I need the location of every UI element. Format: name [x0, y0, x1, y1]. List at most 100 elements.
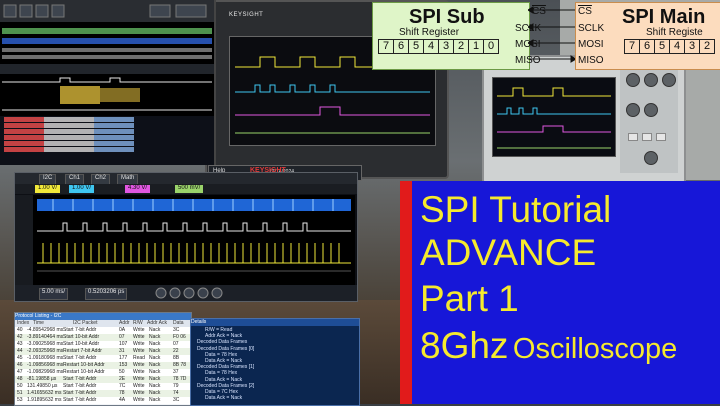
- table-cell: 8B 78: [173, 362, 187, 368]
- col-data: Data: [173, 320, 184, 326]
- details-panel: Details R/W = Read Addr Ack = Nack Decoded…: [190, 318, 360, 406]
- transport-controls[interactable]: [155, 287, 275, 299]
- details-line: Data Ack = Nack: [205, 395, 243, 402]
- table-cell: Write: [133, 397, 145, 403]
- table-cell: F0 06: [173, 334, 186, 340]
- spi-sub-bit-6: 1: [469, 40, 484, 53]
- table-cell: -1.09856968 ms: [27, 362, 64, 368]
- table-row[interactable]: 51 1.41655632 ms Start 7-bit Addr 78 Write Na…: [15, 390, 191, 397]
- channel-2-scale[interactable]: 1.00 V/: [69, 185, 95, 193]
- timebase-field[interactable]: 5.00 ms/: [39, 288, 69, 300]
- table-row[interactable]: 42 -3.89140464 ms Start 10-bit Addr 07 Write…: [15, 334, 191, 341]
- title-line-4-b: Oscilloscope: [512, 333, 678, 365]
- zoomed-waveforms: [2, 77, 212, 111]
- spi-main-bit-3: 4: [670, 40, 685, 53]
- table-cell: Restart 10-bit Addr: [63, 362, 105, 368]
- details-line: Data = 78 Hex: [205, 351, 238, 358]
- table-cell: Write: [133, 369, 145, 375]
- table-cell: 45: [17, 355, 23, 361]
- table-cell: Nack: [149, 376, 161, 382]
- table-cell: Write: [133, 390, 145, 396]
- knob: [662, 73, 676, 87]
- table-cell: Restart 10-bit Addr: [63, 369, 105, 375]
- packet-list: [0, 116, 214, 165]
- table-row[interactable]: 43 -3.09025968 ms Start 10-bit Addr 107 Writ…: [15, 341, 191, 348]
- panel-button: [628, 133, 638, 141]
- table-cell: 74: [173, 390, 179, 396]
- table-row[interactable]: 47 -1.09829968 ms Restart 10-bit Addr 50 Wri…: [15, 369, 191, 376]
- table-cell: 47: [17, 369, 23, 375]
- knob: [644, 73, 658, 87]
- spi-main-title: SPI Main: [622, 6, 706, 28]
- status-bar: 5.00 ms/ 0.5203206 ps: [15, 285, 357, 301]
- listing-title: Protocol Listing - I2C: [15, 313, 191, 320]
- oscilloscope-right: [482, 55, 686, 184]
- table-cell: Nack: [149, 348, 161, 354]
- spi-main-subtitle: Shift Registe: [646, 27, 703, 38]
- title-line-2: ADVANCE: [420, 232, 597, 273]
- channel-1-scale[interactable]: 1.00 V/: [35, 185, 61, 193]
- table-cell: -3.09025968 ms: [27, 341, 64, 347]
- channel-row: 1.00 V/ 1.00 V/ 4.30 V/ 500 mV/: [15, 184, 357, 194]
- table-cell: 1.41655632 ms: [27, 390, 62, 396]
- table-row[interactable]: 44 -2.09325968 ms Restart 7-bit Addr 31 Writ…: [15, 348, 191, 355]
- table-cell: 46: [17, 362, 23, 368]
- spi-main-register: 765432: [624, 39, 715, 54]
- details-title: Details: [191, 319, 359, 326]
- title-line-1: SPI Tutorial: [420, 189, 612, 230]
- table-cell: 22: [173, 348, 179, 354]
- col-addr: Addr: [119, 320, 130, 326]
- listing-header: Index Time I2C Packet Addr R/W Addr Ack …: [15, 320, 191, 327]
- table-cell: Start 10-bit Addr: [63, 341, 100, 347]
- table-row[interactable]: 40 -4.89542968 ms Start 7-bit Addr 0A Write N…: [15, 327, 191, 334]
- trace-yellow: [33, 239, 355, 267]
- scope-right-panel: [620, 63, 678, 173]
- table-row[interactable]: 48 -81.19858 µs Start 7-bit Addr 2E Write Nac…: [15, 376, 191, 383]
- table-cell: Write: [133, 362, 145, 368]
- table-cell: Nack: [149, 362, 161, 368]
- table-row[interactable]: 50 131.49850 µs Start 7-bit Addr 7C Write Nac…: [15, 383, 191, 390]
- table-cell: Write: [133, 383, 145, 389]
- details-lines: R/W = Read Addr Ack = Nack Decoded Data Fr…: [191, 327, 359, 405]
- trace-axis: [33, 267, 355, 285]
- channel-4-scale[interactable]: 500 mV/: [175, 185, 204, 193]
- spi-main-bit-0: 7: [625, 40, 640, 53]
- table-cell: Start 10-bit Addr: [63, 334, 100, 340]
- spi-sub-register: 76543210: [378, 39, 499, 54]
- table-cell: 53: [17, 397, 23, 403]
- yellow-waveform: [37, 243, 351, 264]
- panel-button: [642, 133, 652, 141]
- decode-bus-1: [33, 195, 355, 217]
- col-rw: R/W: [133, 320, 143, 326]
- table-cell: 50: [17, 383, 23, 389]
- spi-main-bit-1: 6: [640, 40, 655, 53]
- table-row[interactable]: 53 1.91895632 ms Start 7-bit Addr 4A Write Na…: [15, 397, 191, 404]
- details-line: Data = 7C Hex: [205, 389, 238, 395]
- table-cell: -4.89542968 ms: [27, 327, 64, 333]
- table-cell: 40: [17, 327, 23, 333]
- table-cell: Start 7-bit Addr: [63, 390, 97, 396]
- table-row[interactable]: 46 -1.09856968 ms Restart 10-bit Addr 153 Wr…: [15, 362, 191, 369]
- table-cell: Write: [133, 327, 145, 333]
- table-row[interactable]: 45 -1.09180968 ms Start 7-bit Addr 177 Read N…: [15, 355, 191, 362]
- table-cell: 131.49850 µs: [27, 383, 58, 389]
- details-line: Addr Ack = Nack: [205, 333, 243, 340]
- table-cell: Read: [133, 355, 145, 361]
- table-cell: 44: [17, 348, 23, 354]
- col-time: Time: [33, 320, 44, 326]
- time-axis: [37, 270, 351, 272]
- delay-field[interactable]: 0.5203206 ps: [85, 288, 128, 300]
- table-cell: Nack: [149, 397, 161, 403]
- table-cell: 07: [119, 334, 125, 340]
- spi-wires: [528, 6, 577, 63]
- table-cell: Start 7-bit Addr: [63, 397, 97, 403]
- spi-sub-bit-4: 3: [439, 40, 454, 53]
- channel-3-scale[interactable]: 4.30 V/: [125, 185, 151, 193]
- table-cell: 2E: [119, 376, 126, 382]
- spi-sub-bit-2: 5: [409, 40, 424, 53]
- table-cell: 0A: [119, 327, 126, 333]
- table-cell: 7C: [119, 383, 126, 389]
- table-cell: Write: [133, 341, 145, 347]
- spi-main-diagram: SPI Main Shift Registe CS SCLK MOSI MISO…: [575, 2, 720, 70]
- table-cell: -81.19858 µs: [27, 376, 57, 382]
